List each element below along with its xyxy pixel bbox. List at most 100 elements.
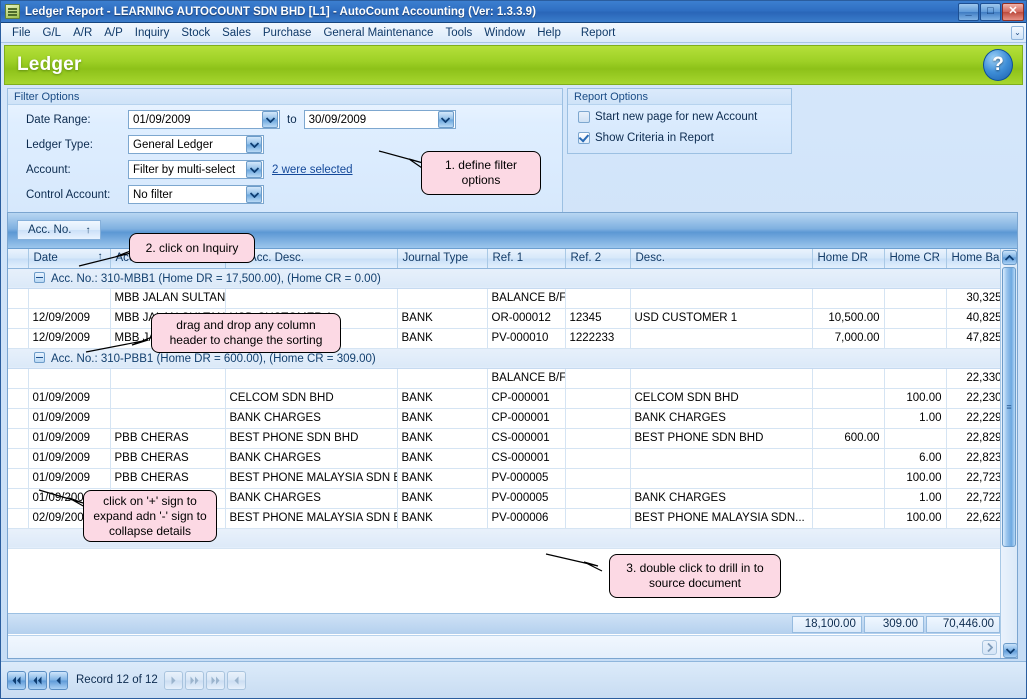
menu-item-report[interactable]: Report [575,25,622,41]
maximize-button[interactable]: □ [980,2,1001,21]
chevron-down-icon[interactable]: ⌄ [1011,26,1024,40]
checkbox-start-new-page-for-new-account[interactable]: Start new page for new Account [578,111,757,123]
ledger-type-select[interactable]: General Ledger [128,135,264,154]
horizontal-scroll-strip[interactable] [8,635,1000,658]
row-indicator-cell[interactable] [8,308,29,329]
table-row[interactable]: 01/09/2009 CELCOM SDN BHD BANK CP-000001 CEL… [8,388,1017,409]
cell-date: 01/09/2009 [28,428,111,449]
cell-journal-type: BANK [397,408,488,429]
status-bar: Record 12 of 12 [1,661,1026,698]
column-header-ref-2[interactable]: Ref. 2 [565,249,631,269]
cell-home-cr: 100.00 [884,508,947,529]
menu-item-ar[interactable]: A/R [67,25,98,41]
control-account-label: Control Account: [26,188,111,201]
cell-journal-type: BANK [397,308,488,329]
row-indicator-cell [8,268,28,289]
cell-ref1: CP-000001 [487,388,566,409]
checkbox-show-criteria-in-report[interactable]: Show Criteria in Report [578,132,714,144]
cell-ref2 [565,448,631,469]
nav-prev-button[interactable] [49,670,68,690]
group-chip-acc-no[interactable]: Acc. No. ↑ [17,220,102,240]
column-header-ref-1[interactable]: Ref. 1 [487,249,566,269]
table-row[interactable]: 01/09/2009 PBB CHERAS BEST PHONE SDN BHD BA… [8,428,1017,449]
collapse-expander-icon[interactable] [34,271,45,283]
nav-next-button[interactable] [163,670,183,690]
date-to-dropdown-icon[interactable] [437,111,454,128]
account-select[interactable]: Filter by multi-select [128,160,264,179]
account-selected-link[interactable]: 2 were selected [272,164,353,176]
nav-next-page-button[interactable] [184,670,204,690]
cell-ref2 [565,408,631,429]
nav-prev-page-button[interactable] [28,670,47,690]
ledger-type-dropdown-icon[interactable] [246,136,262,153]
scroll-up-icon[interactable] [1002,250,1017,265]
row-indicator-cell[interactable] [8,488,29,509]
nav-cancel-button[interactable] [226,670,246,690]
vertical-scroll-thumb[interactable]: ≡ [1002,267,1016,547]
page-banner: Ledger ? [4,45,1023,85]
menu-item-ap[interactable]: A/P [98,25,129,41]
collapse-expander-icon[interactable] [34,351,45,363]
minimize-button[interactable]: _ [958,2,979,21]
menu-item-file[interactable]: File [6,25,37,41]
column-header-desc[interactable]: Desc. [630,249,813,269]
nav-last-button[interactable] [205,670,225,690]
sort-ascending-icon: ↑ [85,224,91,236]
cell-acc-desc: PBB CHERAS [110,468,226,489]
row-indicator-cell[interactable] [8,468,29,489]
cell-ref2 [565,428,631,449]
cell-ref2 [565,368,631,389]
control-account-select[interactable]: No filter [128,185,264,204]
help-icon[interactable]: ? [983,49,1013,81]
table-row[interactable]: 01/09/2009 PBB CHERAS BANK CHARGES BANK CS-0… [8,448,1017,469]
menu-item-stock[interactable]: Stock [175,25,216,41]
menu-item-help[interactable]: Help [531,25,567,41]
scroll-right-icon[interactable] [982,640,997,655]
callout-expand-collapse-details: click on '+' sign to expand adn '-' sign… [83,490,217,542]
scroll-down-icon[interactable] [1003,643,1017,658]
account-dropdown-icon[interactable] [246,161,262,178]
close-window-button[interactable]: ✕ [1002,2,1024,21]
date-from-input[interactable]: 01/09/2009 [128,110,280,129]
menu-item-tools[interactable]: Tools [439,25,478,41]
table-row[interactable]: 01/09/2009 PBB CHERAS BEST PHONE MALAYSIA … [8,468,1017,489]
window-title: Ledger Report - LEARNING AUTOCOUNT SDN B… [25,5,536,18]
cell-de-acc-desc: BEST PHONE SDN BHD [225,428,398,449]
row-indicator-header [8,249,29,269]
menu-item-inquiry[interactable]: Inquiry [129,25,176,41]
date-to-input[interactable]: 30/09/2009 [303,110,456,129]
row-indicator-cell[interactable] [8,328,29,349]
column-header-home-dr[interactable]: Home DR [812,249,885,269]
row-indicator-cell[interactable] [8,448,29,469]
row-indicator-cell[interactable] [8,508,29,529]
table-row[interactable]: 01/09/2009 BANK CHARGES BANK CP-000001 BANK … [8,408,1017,429]
row-indicator-cell[interactable] [8,408,29,429]
table-row[interactable]: MBB JALAN SULTAN BALANCE B/F 30,325.00 [8,288,1017,309]
menu-item-window[interactable]: Window [478,25,531,41]
row-indicator-cell[interactable] [8,388,29,409]
column-header-home-cr[interactable]: Home CR [884,249,947,269]
checkbox-label: Show Criteria in Report [595,132,714,144]
cell-journal-type: BANK [397,388,488,409]
cell-ref1: BALANCE B/F [487,368,566,389]
cell-home-cr: 1.00 [884,488,947,509]
result-grid-panel: Acc. No. ↑ Date ↑ Acc. DE Acc. Desc. Jou… [7,212,1018,659]
cell-acc-desc [110,368,226,389]
table-row[interactable]: BALANCE B/F 22,330.00 [8,368,1017,389]
column-header-journal-type[interactable]: Journal Type [397,249,488,269]
control-account-dropdown-icon[interactable] [246,186,262,203]
date-from-dropdown-icon[interactable] [262,111,278,128]
nav-first-button[interactable] [7,670,26,690]
row-indicator-cell[interactable] [8,428,29,449]
vertical-scrollbar[interactable]: ≡ [1000,249,1017,658]
row-indicator-cell[interactable] [8,288,29,309]
group-header-row[interactable]: Acc. No.: 310-MBB1 (Home DR = 17,500.00)… [8,268,1017,289]
menu-item-purchase[interactable]: Purchase [257,25,318,41]
menu-item-general-maintenance[interactable]: General Maintenance [317,25,439,41]
row-indicator-cell[interactable] [8,368,29,389]
group-header-label: Acc. No.: 310-MBB1 (Home DR = 17,500.00)… [51,272,381,285]
ledger-type-value: General Ledger [133,138,213,151]
menu-item-sales[interactable]: Sales [216,25,257,41]
menu-item-gl[interactable]: G/L [37,25,68,41]
cell-home-dr [812,368,885,389]
